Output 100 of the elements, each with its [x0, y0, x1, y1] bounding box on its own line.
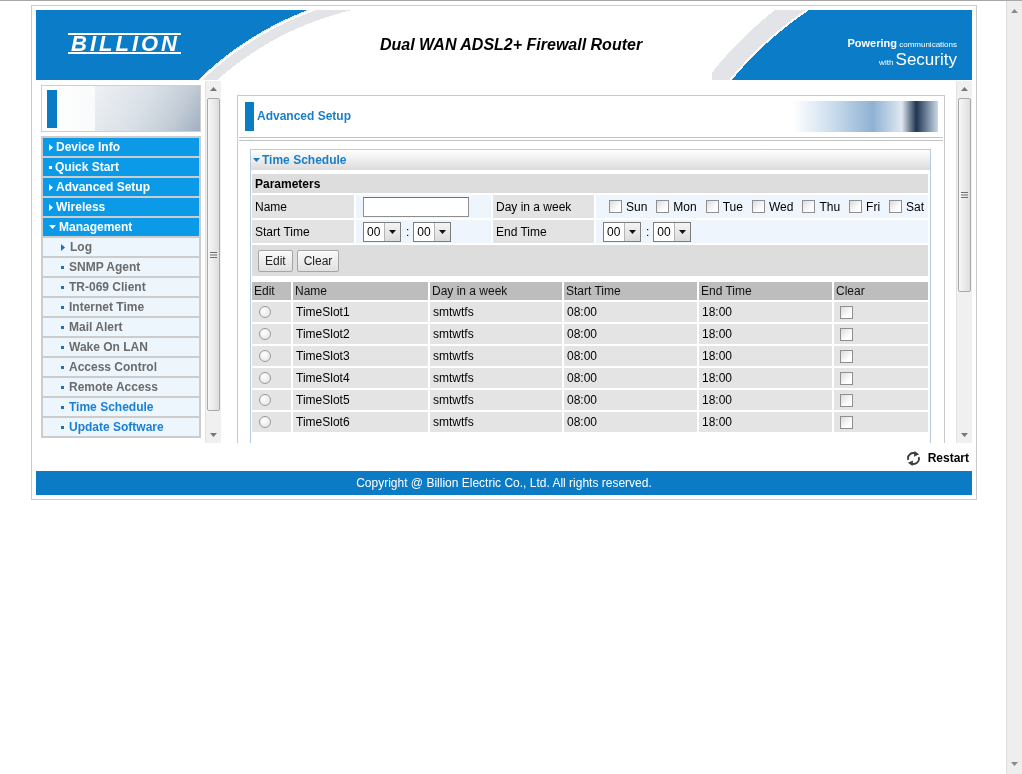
menu-item[interactable]: Advanced Setup [43, 178, 199, 196]
table-cell: smtwtfs [430, 412, 562, 432]
scrollbar[interactable] [205, 81, 221, 443]
menu-item[interactable]: Internet Time [43, 298, 199, 316]
column-header: End Time [699, 282, 832, 300]
menu-item[interactable]: SNMP Agent [43, 258, 199, 276]
checkbox[interactable] [840, 349, 853, 363]
circular-arrows-icon[interactable] [905, 450, 921, 466]
name-input-field[interactable] [363, 196, 469, 217]
arrow-down-icon[interactable] [1011, 762, 1018, 766]
checkbox[interactable] [840, 415, 853, 429]
table-cell: 18:00 [699, 302, 832, 322]
menu-item[interactable]: Update Software [43, 418, 199, 436]
column-header: Start Time [564, 282, 697, 300]
footer-bar: Copyright @ Billion Electric Co., Ltd. All rights reserved. [36, 471, 972, 495]
checkbox[interactable] [705, 200, 719, 213]
table-cell: TimeSlot2 [293, 324, 428, 344]
arrow-down-icon[interactable] [210, 433, 217, 437]
scrollbar-thumb[interactable] [958, 98, 971, 292]
menu-item[interactable]: Mail Alert [43, 318, 199, 336]
arrow-up-icon[interactable] [1011, 9, 1018, 13]
banner-title: Dual WAN ADSL2+ Firewall Router [380, 36, 643, 54]
table-cell: 08:00 [564, 346, 697, 366]
checkbox[interactable] [840, 371, 853, 385]
checkbox[interactable] [889, 200, 903, 213]
checkbox-label: Sun [626, 199, 648, 214]
radio-button[interactable] [259, 306, 271, 318]
checkbox[interactable] [840, 327, 853, 341]
checkbox-label: Fri [866, 199, 881, 214]
scrollbar[interactable] [1006, 1, 1022, 774]
checkbox[interactable] [751, 200, 765, 213]
arrow-up-icon[interactable] [210, 87, 217, 91]
menu-item[interactable]: Device Info [43, 138, 199, 156]
checkbox-label: Wed [768, 199, 794, 214]
table-cell: 08:00 [564, 412, 697, 432]
menu-item[interactable]: Log [43, 238, 199, 256]
caret-down-icon[interactable] [253, 158, 260, 162]
slogan-text: Powering communications [847, 37, 957, 51]
checkbox[interactable] [802, 200, 816, 213]
checkbox-label: Thu [819, 199, 841, 214]
table-cell: 18:00 [699, 346, 832, 366]
table-cell: 18:00 [699, 412, 832, 432]
checkbox[interactable] [849, 200, 863, 213]
arrow-up-icon[interactable] [961, 87, 968, 91]
action-button[interactable]: Clear [296, 249, 340, 272]
minute-select[interactable]: 00 [413, 221, 452, 242]
menu-item[interactable]: Wake On LAN [43, 338, 199, 356]
column-header: Edit [252, 282, 291, 300]
scrollbar-thumb[interactable] [207, 98, 220, 411]
arrow-down-icon[interactable] [961, 433, 968, 437]
page-title: Advanced Setup [257, 109, 352, 123]
scrollbar[interactable] [956, 81, 972, 443]
radio-button[interactable] [259, 394, 271, 406]
table-cell: TimeSlot4 [293, 368, 428, 388]
checkbox[interactable] [840, 393, 853, 407]
table-cell: smtwtfs [430, 346, 562, 366]
hour-select[interactable]: 00 [363, 221, 401, 242]
radio-button[interactable] [259, 328, 271, 340]
accent-bar [47, 89, 57, 128]
action-button[interactable]: Edit [258, 249, 293, 272]
table-cell: smtwtfs [430, 302, 562, 322]
table-cell: TimeSlot5 [293, 390, 428, 410]
menu-item[interactable]: TR-069 Client [43, 278, 199, 296]
menu-item[interactable]: Time Schedule [43, 398, 199, 416]
accent-bar [245, 101, 254, 131]
menu-item[interactable]: Management [43, 218, 199, 236]
time-separator: : [406, 224, 410, 239]
radio-button[interactable] [259, 416, 271, 428]
menu-item[interactable]: Remote Access [43, 378, 199, 396]
table-cell: TimeSlot1 [293, 302, 428, 322]
checkbox[interactable] [840, 305, 853, 319]
restart-link[interactable]: Restart [905, 450, 969, 466]
checkbox[interactable] [609, 200, 622, 213]
column-header: Day in a week [430, 282, 562, 300]
field-label: End Time [493, 220, 594, 243]
column-header: Name [293, 282, 428, 300]
checkbox-label: Mon [673, 199, 697, 214]
section-heading: Parameters [252, 174, 928, 193]
minute-select[interactable]: 00 [653, 221, 692, 242]
table-cell: smtwtfs [430, 368, 562, 388]
hour-select[interactable]: 00 [603, 221, 641, 242]
menu-item[interactable]: Quick Start [43, 158, 199, 176]
section-header[interactable]: Time Schedule [251, 150, 930, 170]
table-cell: 18:00 [699, 390, 832, 410]
column-header: Clear [834, 282, 928, 300]
radio-button[interactable] [259, 372, 271, 384]
radio-button[interactable] [259, 350, 271, 362]
checkbox-label: Sat [906, 199, 925, 214]
table-cell: 08:00 [564, 302, 697, 322]
table-cell: smtwtfs [430, 390, 562, 410]
menu-item[interactable]: Access Control [43, 358, 199, 376]
menu-item[interactable]: Wireless [43, 198, 199, 216]
table-cell: 08:00 [564, 368, 697, 388]
grip-icon [961, 192, 968, 198]
table-cell: 18:00 [699, 324, 832, 344]
table-cell: TimeSlot3 [293, 346, 428, 366]
time-separator: : [646, 224, 650, 239]
field-label: Start Time [252, 220, 354, 243]
field-label: Name [252, 195, 354, 218]
checkbox[interactable] [656, 200, 670, 213]
